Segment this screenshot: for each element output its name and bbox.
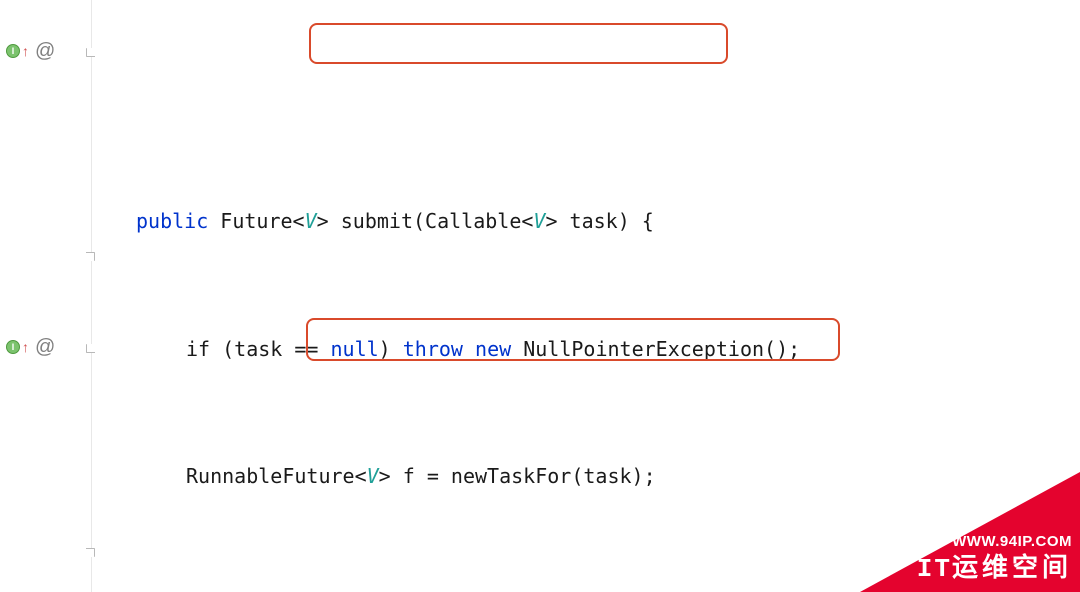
watermark-text: IT运维空间 bbox=[917, 547, 1072, 584]
override-marker-icon[interactable] bbox=[6, 340, 20, 354]
param-name: task bbox=[570, 209, 618, 233]
code-text: if (task == bbox=[186, 337, 331, 361]
annotation-icon: @ bbox=[35, 336, 55, 359]
override-marker-icon[interactable] bbox=[6, 44, 20, 58]
param-type: Callable<V> bbox=[425, 209, 557, 233]
code-line[interactable]: public Future<V> submit(Callable<V> task… bbox=[92, 200, 1080, 243]
keyword-new: new bbox=[475, 337, 511, 361]
keyword-public: public bbox=[136, 209, 208, 233]
editor-gutter: ↑ @ ↑ @ bbox=[0, 0, 92, 592]
arrow-up-icon: ↑ bbox=[22, 339, 29, 355]
keyword-throw: throw bbox=[403, 337, 463, 361]
code-text: > f = newTaskFor(task); bbox=[379, 464, 656, 488]
annotation-icon: @ bbox=[35, 40, 55, 63]
exception-class: NullPointerException bbox=[523, 337, 764, 361]
code-line[interactable]: if (task == null) throw new NullPointerE… bbox=[92, 328, 1080, 371]
method-name: submit bbox=[341, 209, 413, 233]
code-text: RunnableFuture< bbox=[186, 464, 367, 488]
gutter-row-method2: ↑ @ bbox=[0, 326, 91, 368]
arrow-up-icon: ↑ bbox=[22, 43, 29, 59]
generic-type: V bbox=[367, 464, 379, 488]
return-type: Future<V> bbox=[220, 209, 328, 233]
gutter-row-method1: ↑ @ bbox=[0, 30, 91, 72]
code-text: ) bbox=[379, 337, 403, 361]
keyword-null: null bbox=[331, 337, 379, 361]
